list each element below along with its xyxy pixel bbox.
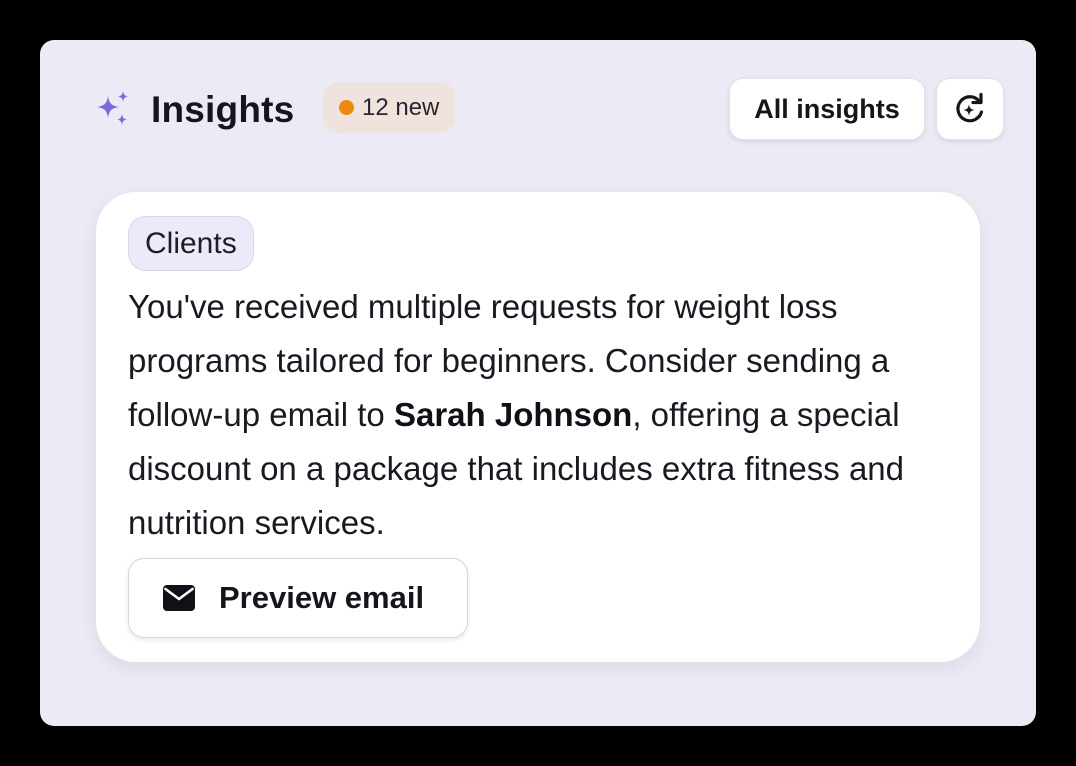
sparkle-icon [97, 91, 128, 125]
insight-card: Clients You've received multiple request… [96, 192, 980, 662]
refresh-insights-button[interactable] [936, 78, 1004, 140]
insight-text: You've received multiple requests for we… [128, 280, 948, 550]
preview-email-label: Preview email [219, 580, 425, 615]
status-dot-icon [339, 100, 354, 115]
insights-panel: Insights 12 new All insights Clients You… [40, 40, 1036, 726]
mail-icon [163, 585, 195, 611]
insights-header: Insights 12 new All insights [95, 78, 1005, 142]
page-title: Insights [151, 89, 295, 130]
badge-label: 12 new [362, 93, 440, 121]
new-count-badge: 12 new [323, 82, 456, 133]
preview-email-button[interactable]: Preview email [128, 558, 468, 638]
category-tag: Clients [128, 216, 254, 271]
all-insights-button[interactable]: All insights [729, 78, 925, 140]
refresh-sparkle-icon [956, 92, 984, 123]
client-name: Sarah Johnson [393, 396, 633, 433]
